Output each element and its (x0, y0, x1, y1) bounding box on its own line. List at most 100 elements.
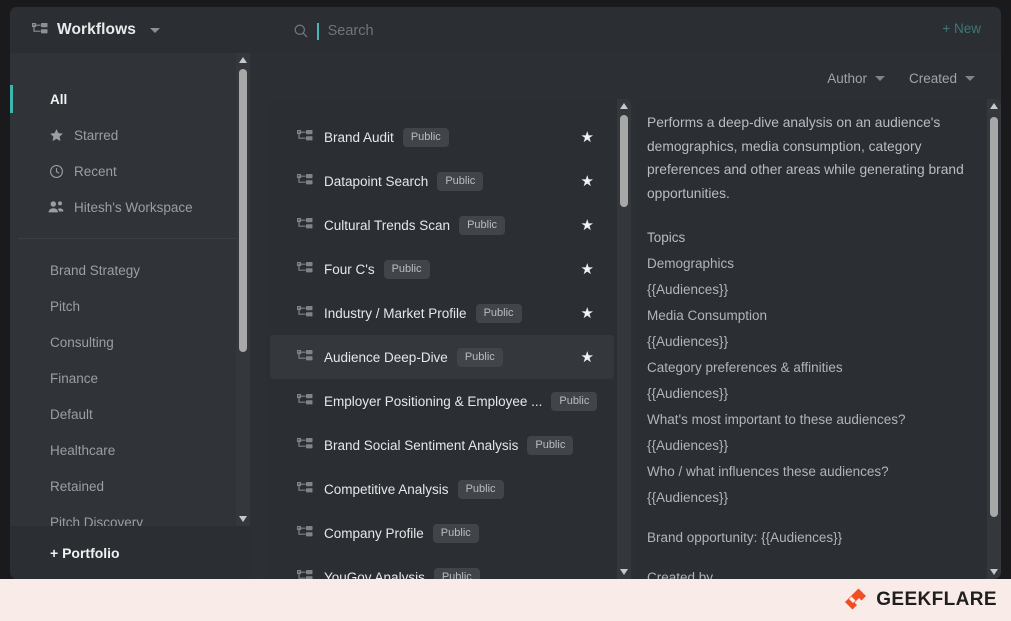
sidebar-item-pitch-discovery[interactable]: Pitch Discovery (10, 504, 250, 527)
created-by-label: Created by (647, 569, 714, 579)
workflow-nodes-icon (297, 394, 313, 405)
star-icon (48, 127, 64, 143)
brand-opportunity-line: Brand opportunity: {{Audiences}} (647, 529, 843, 545)
topic-line: Media Consumption (647, 307, 768, 323)
screen: Workflows Search + New Author Created Al… (0, 0, 1011, 621)
sidebar-item-label: Recent (74, 163, 117, 179)
workflow-detail-panel: Performs a deep-dive analysis on an audi… (635, 99, 1001, 579)
sidebar-item-workspace[interactable]: Hitesh's Workspace (10, 189, 250, 225)
star-icon[interactable]: ★ (581, 130, 594, 145)
search-field[interactable]: Search (294, 21, 374, 41)
workflow-nodes-icon (297, 218, 313, 229)
sidebar-item-pitch[interactable]: Pitch (10, 288, 250, 324)
search-input[interactable]: Search (328, 23, 374, 39)
triangle-up-icon[interactable] (617, 99, 631, 113)
triangle-up-icon[interactable] (987, 99, 1001, 113)
detail-scrollbar[interactable] (987, 99, 1001, 579)
status-badge: Public (551, 391, 598, 411)
sidebar-item-finance[interactable]: Finance (10, 360, 250, 396)
table-row[interactable]: Employer Positioning & Employee ... Publ… (270, 379, 614, 423)
sidebar-item-label: Healthcare (50, 442, 116, 458)
topic-line: {{Audiences}} (647, 333, 729, 349)
sidebar-item-label: Finance (50, 370, 99, 386)
star-icon[interactable]: ★ (581, 174, 594, 189)
status-badge: Public (457, 479, 504, 499)
sidebar-scrollbar[interactable] (236, 53, 250, 526)
table-row[interactable]: Datapoint Search Public ★ (270, 159, 614, 203)
workflow-nodes-icon (32, 23, 48, 34)
topic-line: {{Audiences}} (647, 281, 729, 297)
table-row[interactable]: Cultural Trends Scan Public ★ (270, 203, 614, 247)
top-bar: Workflows Search + New (10, 7, 1001, 53)
app-window: Workflows Search + New Author Created Al… (10, 7, 1001, 579)
sidebar-scrollbar-thumb[interactable] (239, 69, 247, 352)
status-badge: Public (402, 127, 449, 147)
table-row-selected[interactable]: Audience Deep-Dive Public ★ (270, 335, 614, 379)
workflow-list-scrollbar-thumb[interactable] (620, 115, 628, 207)
status-badge: Public (383, 259, 430, 279)
sidebar-item-brand-strategy[interactable]: Brand Strategy (10, 252, 250, 288)
triangle-up-icon[interactable] (236, 53, 250, 67)
topics-heading: Topics (647, 229, 686, 245)
sidebar-item-label: All (50, 91, 68, 107)
sidebar-item-starred[interactable]: Starred (10, 117, 250, 153)
filter-created[interactable]: Created (909, 71, 975, 86)
filter-author[interactable]: Author (827, 71, 885, 86)
filter-created-label: Created (908, 71, 957, 86)
triangle-down-icon[interactable] (236, 512, 250, 526)
table-row[interactable]: Brand Social Sentiment Analysis Public (270, 423, 614, 467)
filter-author-label: Author (827, 71, 867, 86)
workflow-name: Cultural Trends Scan (324, 217, 451, 233)
sidebar-item-retained[interactable]: Retained (10, 468, 250, 504)
new-button[interactable]: + New (942, 21, 981, 36)
table-row[interactable]: Competitive Analysis Public (270, 467, 614, 511)
table-row[interactable]: YouGov Analysis Public (270, 555, 614, 579)
triangle-down-icon[interactable] (617, 565, 631, 579)
triangle-down-icon[interactable] (987, 565, 1001, 579)
table-row[interactable]: Industry / Market Profile Public ★ (270, 291, 614, 335)
search-icon (294, 24, 308, 38)
sidebar-item-default[interactable]: Default (10, 396, 250, 432)
workflow-list-scroll-area: Brand Audit Public ★ Datapoint Search Pu… (266, 99, 618, 579)
topic-line: Category preferences & affinities (647, 359, 843, 375)
sidebar-item-healthcare[interactable]: Healthcare (10, 432, 250, 468)
clock-icon (48, 163, 64, 179)
workflow-name: YouGov Analysis (324, 569, 425, 580)
topic-line: {{Audiences}} (647, 385, 729, 401)
sidebar-item-label: Pitch Discovery (50, 514, 144, 527)
star-icon[interactable]: ★ (581, 262, 594, 277)
workflow-nodes-icon (297, 350, 313, 361)
workflow-name: Datapoint Search (324, 173, 429, 189)
sidebar-item-label: Consulting (50, 334, 114, 350)
sidebar-divider (18, 238, 242, 239)
workflow-name: Company Profile (324, 525, 424, 541)
sidebar-item-label: Hitesh's Workspace (74, 199, 193, 215)
table-row[interactable]: Brand Audit Public ★ (270, 115, 614, 159)
workflow-list-scrollbar[interactable] (617, 99, 631, 579)
sidebar-item-recent[interactable]: Recent (10, 153, 250, 189)
workflow-nodes-icon (297, 482, 313, 493)
workflow-name: Competitive Analysis (324, 481, 449, 497)
sidebar-item-all[interactable]: All (10, 81, 250, 117)
detail-scrollbar-thumb[interactable] (990, 117, 998, 517)
topic-line: {{Audiences}} (647, 489, 729, 505)
sidebar-item-consulting[interactable]: Consulting (10, 324, 250, 360)
sidebar-item-label: Starred (74, 127, 119, 143)
workflow-nodes-icon (297, 526, 313, 537)
sidebar-item-label: Brand Strategy (50, 262, 141, 278)
star-icon[interactable]: ★ (581, 350, 594, 365)
workflow-name: Employer Positioning & Employee ... (324, 393, 543, 409)
table-row[interactable]: Company Profile Public (270, 511, 614, 555)
add-portfolio-button[interactable]: + Portfolio (10, 526, 250, 579)
text-cursor (317, 22, 319, 40)
status-badge: Public (433, 567, 480, 579)
star-icon[interactable]: ★ (581, 306, 594, 321)
star-icon[interactable]: ★ (581, 218, 594, 233)
topic-line: Demographics (647, 255, 735, 271)
workflows-title-dropdown[interactable]: Workflows (32, 21, 160, 39)
workflow-nodes-icon (297, 174, 313, 185)
add-portfolio-label: + Portfolio (50, 544, 120, 561)
table-row[interactable]: Four C's Public ★ (270, 247, 614, 291)
sidebar-item-label: Default (50, 406, 93, 422)
workflow-nodes-icon (297, 262, 313, 273)
